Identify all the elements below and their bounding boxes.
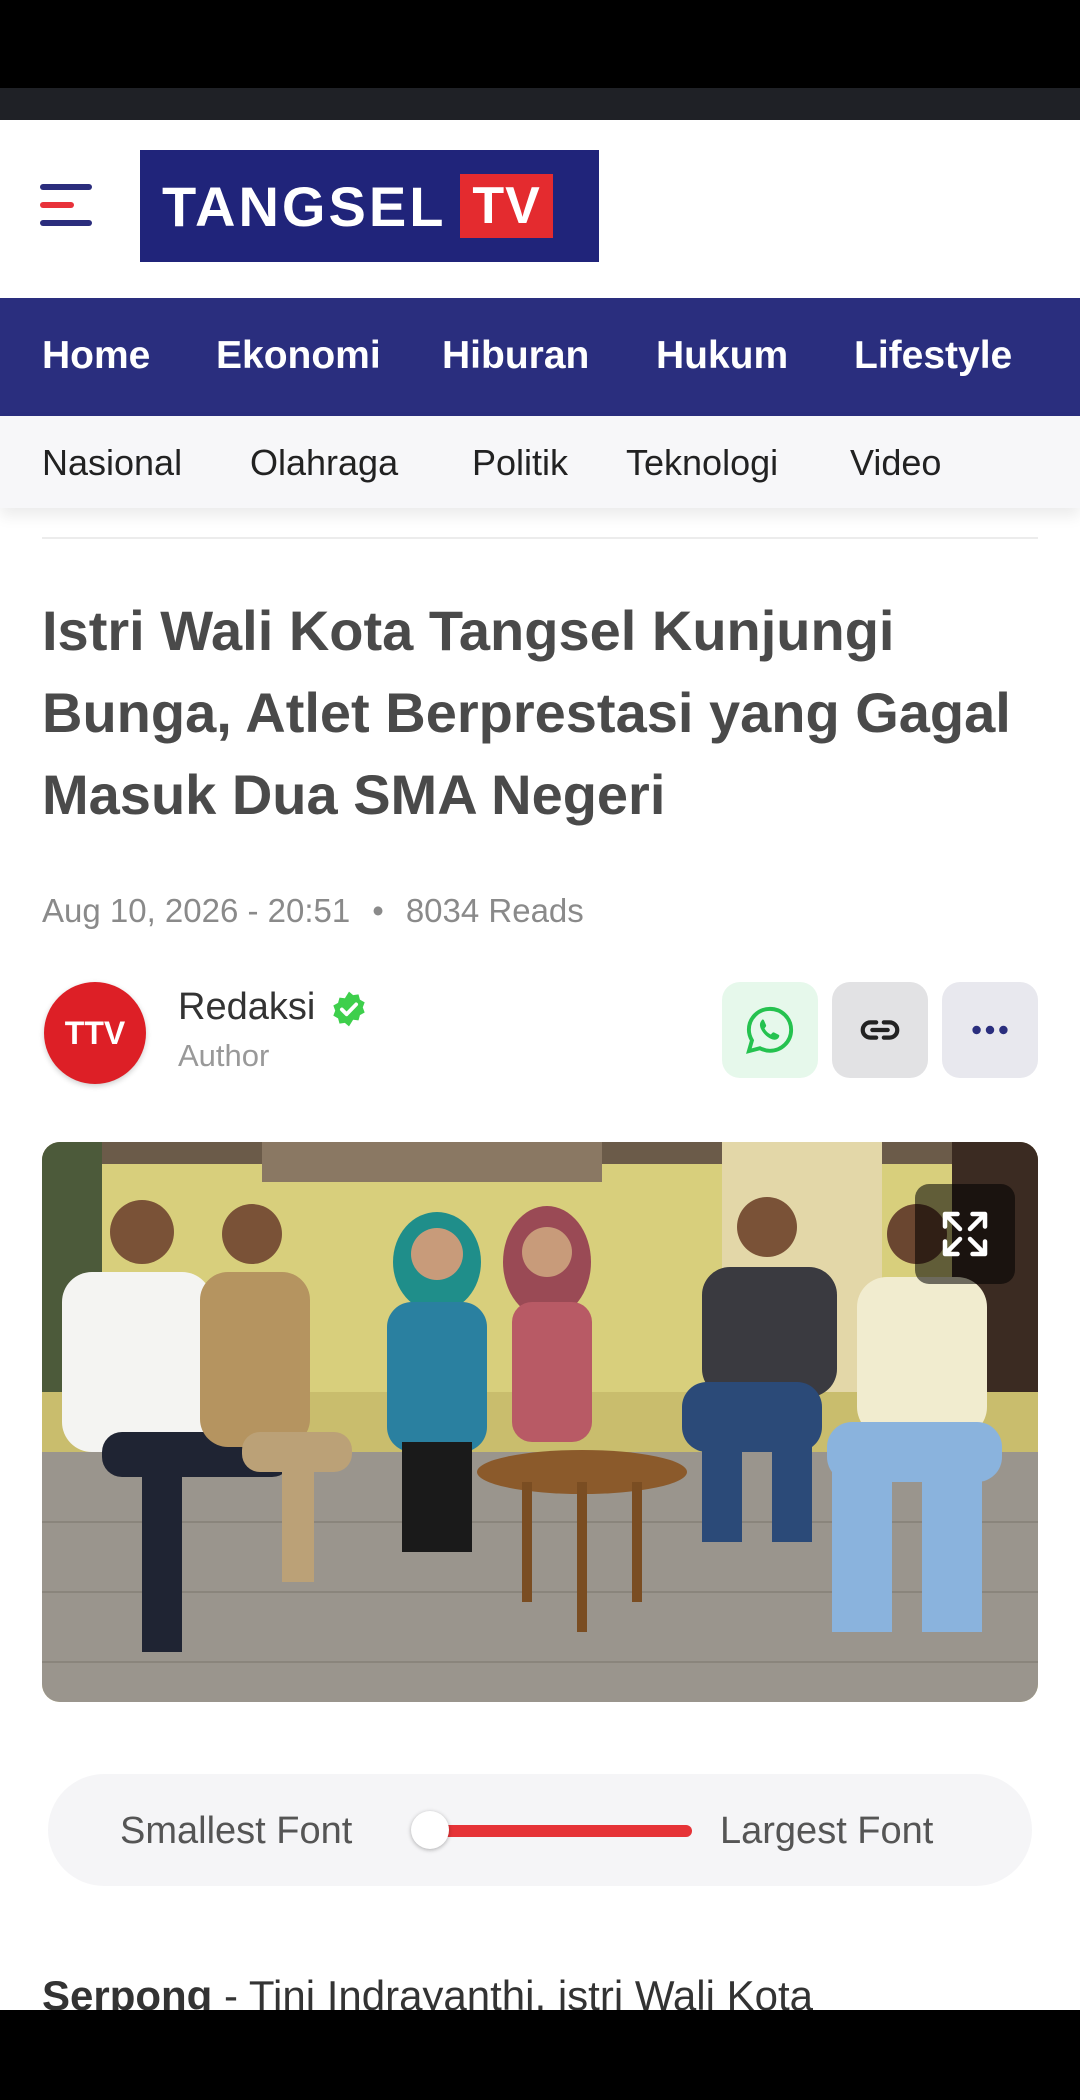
fullscreen-icon bbox=[942, 1211, 988, 1257]
lead-location: Serpong bbox=[42, 1972, 213, 2010]
nav-item-politik[interactable]: Politik bbox=[472, 442, 568, 484]
slider-fill bbox=[430, 1825, 692, 1837]
nav-item-ekonomi[interactable]: Ekonomi bbox=[216, 334, 381, 378]
nav-item-hukum[interactable]: Hukum bbox=[656, 334, 788, 378]
photo-people-seated bbox=[42, 1142, 1038, 1702]
expand-image-button[interactable] bbox=[915, 1184, 1015, 1284]
article-date: Aug 10, 2026 - 20:51 bbox=[42, 892, 351, 929]
font-size-slider[interactable] bbox=[411, 1811, 692, 1849]
article-title: Istri Wali Kota Tangsel Kunjungi Bunga, … bbox=[42, 599, 1011, 826]
verified-badge-icon bbox=[333, 991, 365, 1027]
author-name[interactable]: Redaksi bbox=[178, 986, 315, 1029]
font-size-control: Smallest Font Largest Font bbox=[48, 1774, 1032, 1886]
link-icon bbox=[860, 1020, 900, 1040]
secondary-nav: Nasional Olahraga Politik Teknologi Vide… bbox=[0, 416, 1080, 508]
nav-item-teknologi[interactable]: Teknologi bbox=[626, 442, 778, 484]
nav-item-olahraga[interactable]: Olahraga bbox=[250, 442, 398, 484]
meta-separator: • bbox=[372, 892, 384, 929]
nav-item-nasional[interactable]: Nasional bbox=[42, 442, 182, 484]
navigation-bar bbox=[0, 2010, 1080, 2100]
divider bbox=[42, 537, 1038, 539]
copy-link-button[interactable] bbox=[832, 982, 928, 1078]
article-image[interactable] bbox=[42, 1142, 1038, 1702]
more-options-button[interactable] bbox=[942, 982, 1038, 1078]
whatsapp-icon bbox=[746, 1006, 794, 1054]
smallest-font-label: Smallest Font bbox=[120, 1810, 353, 1852]
page: TANGSEL TV Home Ekonomi Hiburan Hukum Li… bbox=[0, 120, 1080, 2010]
author-avatar[interactable]: TTV bbox=[44, 982, 146, 1084]
logo-badge: TV bbox=[460, 174, 553, 238]
status-bar bbox=[0, 0, 1080, 120]
article-reads: 8034 Reads bbox=[405, 892, 584, 929]
nav-item-lifestyle[interactable]: Lifestyle bbox=[854, 334, 1012, 378]
share-whatsapp-button[interactable] bbox=[722, 982, 818, 1078]
lead-text: - Tini Indrayanthi, istri Wali Kota bbox=[212, 1972, 813, 2010]
nav-item-video[interactable]: Video bbox=[850, 442, 941, 484]
largest-font-label: Largest Font bbox=[720, 1810, 934, 1852]
article-meta: Aug 10, 2026 - 20:51 • 8034 Reads bbox=[42, 892, 584, 930]
article-lead: Serpong - Tini Indrayanthi, istri Wali K… bbox=[42, 1972, 1042, 2010]
author-role: Author bbox=[178, 1038, 270, 1073]
slider-thumb[interactable] bbox=[411, 1811, 449, 1849]
nav-item-home[interactable]: Home bbox=[42, 334, 150, 378]
site-header: TANGSEL TV bbox=[0, 120, 1080, 298]
site-logo[interactable]: TANGSEL TV bbox=[140, 150, 599, 262]
logo-text: TANGSEL bbox=[162, 174, 447, 238]
nav-item-hiburan[interactable]: Hiburan bbox=[442, 334, 589, 378]
hamburger-menu-icon[interactable] bbox=[36, 180, 96, 232]
more-icon bbox=[972, 1025, 1008, 1035]
primary-nav: Home Ekonomi Hiburan Hukum Lifestyle bbox=[0, 298, 1080, 416]
